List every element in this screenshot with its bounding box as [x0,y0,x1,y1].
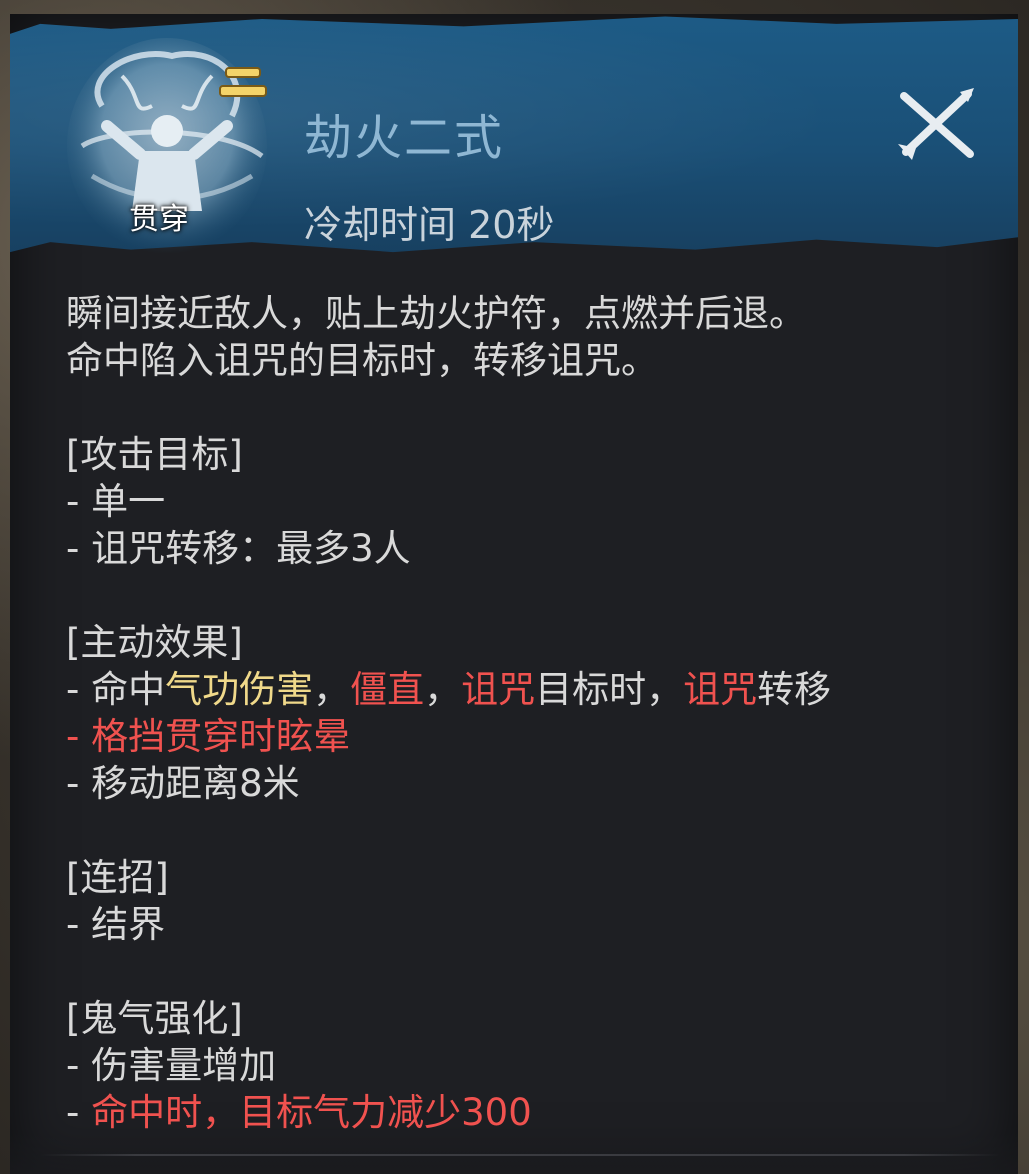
close-icon[interactable] [894,84,978,164]
ghost-item: - 命中时，目标气力减少300 [66,1089,996,1136]
description-line: 瞬间接近敌人，贴上劫火护符，点燃并后退。 [66,292,806,335]
scroll-fade [10,1132,1018,1174]
text-segment: 转移 [757,668,832,711]
skill-cooldown: 冷却时间 20秒 [304,203,555,247]
curse-keyword: 诅咒 [683,668,758,711]
rank-two-icon [219,67,267,97]
stiffen-keyword: 僵直 [350,668,425,711]
curse-keyword: 诅咒 [461,668,536,711]
active-effect-row: - 格挡贯穿时眩晕 [66,713,996,760]
stamina-reduce-keyword: 命中时，目标气力减少300 [91,1091,532,1134]
skill-tooltip-panel: 贯穿 劫火二式 冷却时间 20秒 瞬间接近敌人，贴上劫火护符，点燃并后退。 命中… [10,14,1018,1174]
ghost-item: - 伤害量增加 [66,1044,277,1087]
combo-item: - 结界 [66,903,166,946]
text-segment: 目标时， [535,668,684,711]
section-header-ghost: [鬼气强化] [66,997,243,1040]
description-line: 命中陷入诅咒的目标时，转移诅咒。 [66,339,658,382]
text-segment: ， [313,668,351,711]
text-segment: - [66,1091,92,1134]
block-pierce-stun-keyword: 格挡贯穿时眩晕 [91,715,351,758]
text-segment: - [66,715,92,758]
text-segment: - 命中 [66,668,166,711]
active-effect-row: - 移动距离8米 [66,762,300,805]
section-header-combo: [连招] [66,856,169,899]
skill-description: 瞬间接近敌人，贴上劫火护符，点燃并后退。 命中陷入诅咒的目标时，转移诅咒。 [攻… [66,290,996,1136]
targets-item: - 单一 [66,480,166,523]
section-header-targets: [攻击目标] [66,433,243,476]
skill-name: 劫火二式 [304,110,505,166]
active-effect-row: - 命中气功伤害，僵直，诅咒目标时，诅咒转移 [66,666,996,713]
section-header-active: [主动效果] [66,621,243,664]
skill-type-tag: 贯穿 [129,202,189,237]
qigong-damage-keyword: 气功伤害 [165,668,314,711]
text-segment: ， [424,668,462,711]
divider [40,1154,1000,1156]
targets-item: - 诅咒转移：最多3人 [66,527,411,570]
